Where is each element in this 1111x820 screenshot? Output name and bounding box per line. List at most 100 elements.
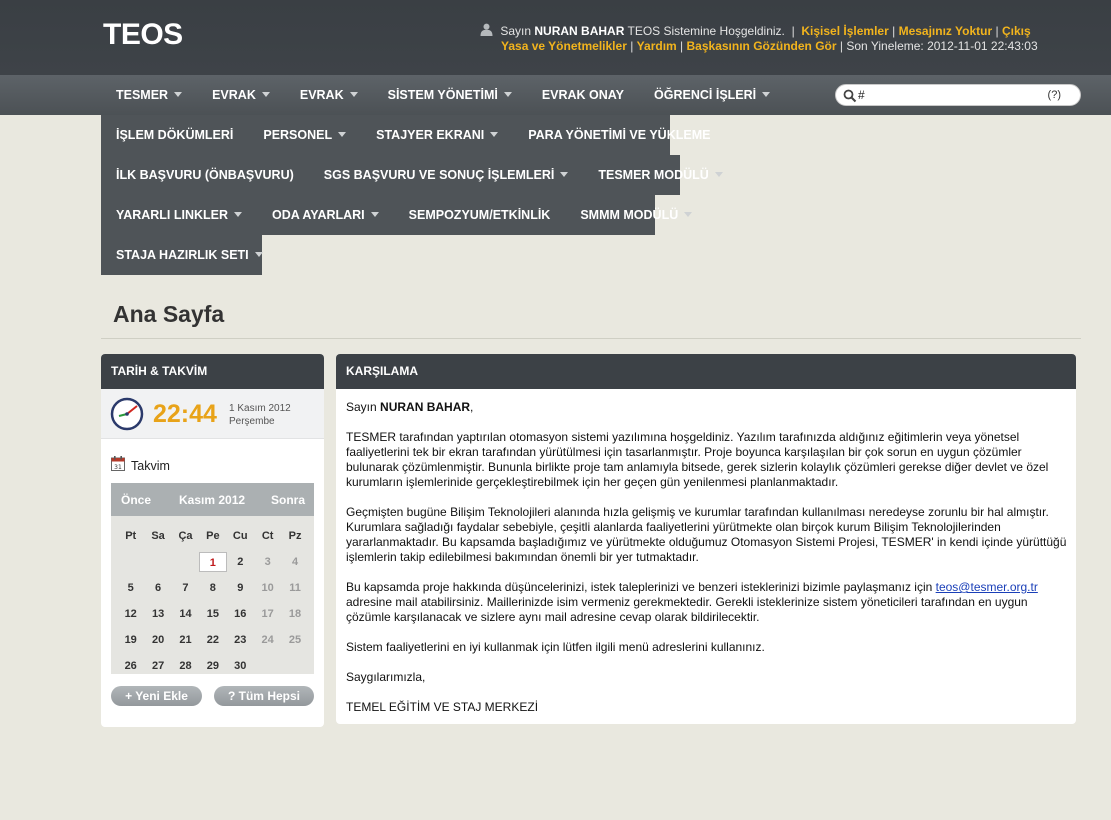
calendar-day[interactable]: 13 [144,604,171,624]
calendar-day[interactable]: 23 [227,630,254,650]
logout-link[interactable]: Çıkış [1002,24,1031,38]
calendar-day[interactable]: 18 [281,604,308,624]
calendar-day[interactable]: 21 [172,630,199,650]
calendar-empty-cell [172,552,199,572]
menu-item-personnel[interactable]: PERSONEL [248,115,361,155]
user-name: NURAN BAHAR [534,24,625,38]
calendar-icon: 31 [111,456,125,471]
calendar-day[interactable]: 24 [254,630,281,650]
menu-item-student-affairs[interactable]: ÖĞRENCİ İŞLERİ [639,75,785,115]
menu-row-3: İLK BAŞVURU (ÖNBAŞVURU) SGS BAŞVURU VE S… [101,155,723,195]
contact-email-link[interactable]: teos@tesmer.org.tr [936,580,1038,594]
menu-item-internship-prep-set[interactable]: STAJA HAZIRLIK SETI [101,235,278,275]
calendar-day[interactable]: 3 [254,552,281,572]
menu-item-sgs-application[interactable]: SGS BAŞVURU VE SONUÇ İŞLEMLERİ [309,155,584,195]
calendar-day[interactable]: 5 [117,578,144,598]
menu-item-tesmer-module[interactable]: TESMER MODÜLÜ [583,155,737,195]
title-divider [101,338,1081,339]
calendar-grid: Pt Sa Ça Pe Cu Ct Pz 1 2 3 4 5 6 7 8 9 10 11 12 13 14 15 16 17 1… [117,523,309,679]
calendar-day[interactable]: 28 [172,656,199,676]
calendar-day[interactable]: 26 [117,656,144,676]
calendar-widget: Önce Kasım 2012 Sonra Pt Sa Ça Pe Cu Ct Pz 1 2 3 4… [111,483,314,674]
menu-item-money-management[interactable]: PARA YÖNETİMİ VE YÜKLEME [513,115,725,155]
personal-settings-link[interactable]: Kişisel İşlemler [801,24,888,38]
search-help-link[interactable]: (?) [1048,89,1061,101]
calendar-day[interactable]: 11 [281,578,308,598]
user-info: Sayın NURAN BAHAR TEOS Sistemine Hoşgeld… [480,23,1080,54]
menu-item-transaction-lists[interactable]: İŞLEM DÖKÜMLERİ [101,115,248,155]
next-month-button[interactable]: Sonra [271,493,305,507]
menu-item-symposium[interactable]: SEMPOZYUM/ETKİNLİK [394,195,566,235]
calendar-week-row: 26 27 28 29 30 [117,653,309,679]
menu-item-tesmer[interactable]: TESMER [101,75,197,115]
calendar-day[interactable]: 9 [227,578,254,598]
menu-item-evrak-2[interactable]: EVRAK [285,75,373,115]
calendar-day[interactable]: 15 [199,604,226,624]
calendar-empty-cell [117,552,144,572]
separator: | [680,39,684,53]
welcome-paragraph-2: Geçmişten bugüne Bilişim Teknolojileri a… [346,505,1067,564]
welcome-text: Sayın NURAN BAHAR, TESMER tarafından yap… [346,400,1068,730]
weekday-header: Ct [261,530,274,542]
calendar-day[interactable]: 17 [254,604,281,624]
calendar-day-today[interactable]: 1 [199,552,227,572]
calendar-day[interactable]: 30 [227,656,254,676]
dropdown-caret-icon [234,211,243,217]
dropdown-caret-icon [762,91,771,97]
messages-link[interactable]: Mesajınız Yoktur [899,24,993,38]
calendar-day[interactable]: 10 [254,578,281,598]
calendar-day[interactable]: 22 [199,630,226,650]
calendar-label: Takvim [131,459,170,473]
menu-item-evrak-onay[interactable]: EVRAK ONAY [527,75,639,115]
menu-item-intern-screen[interactable]: STAJYER EKRANI [361,115,513,155]
calendar-day[interactable]: 19 [117,630,144,650]
menu-item-useful-links[interactable]: YARARLI LINKLER [101,195,257,235]
menu-item-room-settings[interactable]: ODA AYARLARI [257,195,394,235]
menu-item-evrak[interactable]: EVRAK [197,75,285,115]
menu-item-system-admin[interactable]: SİSTEM YÖNETİMİ [373,75,527,115]
calendar-day[interactable]: 6 [144,578,171,598]
all-events-button[interactable]: ? Tüm Hepsi [214,686,314,706]
dropdown-caret-icon [490,131,499,137]
calendar-day[interactable]: 29 [199,656,226,676]
calendar-day[interactable]: 25 [281,630,308,650]
panel-heading: KARŞILAMA [336,354,1076,389]
impersonate-link[interactable]: Başkasının Gözünden Gör [687,39,837,53]
calendar-week-row: 5 6 7 8 9 10 11 [117,575,309,601]
calendar-day[interactable]: 7 [172,578,199,598]
clock-icon [110,397,144,431]
search-input[interactable] [858,87,1038,103]
signature: TEMEL EĞİTİM VE STAJ MERKEZİ [346,700,539,714]
menu-item-pre-application[interactable]: İLK BAŞVURU (ÖNBAŞVURU) [101,155,309,195]
calendar-day[interactable]: 8 [199,578,226,598]
calendar-week-row: 19 20 21 22 23 24 25 [117,627,309,653]
current-time: 22:44 [153,400,217,428]
calendar-day[interactable]: 20 [144,630,171,650]
add-event-button[interactable]: + Yeni Ekle [111,686,202,706]
calendar-day[interactable]: 2 [227,552,254,572]
panel-heading: TARİH & TAKVİM [101,354,324,389]
menu-item-smmm-module[interactable]: SMMM MODÜLÜ [565,195,707,235]
calendar-day[interactable]: 4 [281,552,308,572]
calendar-day[interactable]: 14 [172,604,199,624]
prev-month-button[interactable]: Önce [121,493,151,507]
calendar-day[interactable]: 16 [227,604,254,624]
last-refresh: Son Yineleme: 2012-11-01 22:43:03 [846,39,1038,53]
search-icon[interactable] [843,89,857,103]
separator: | [630,39,634,53]
help-link[interactable]: Yardım [637,39,677,53]
dropdown-caret-icon [338,131,347,137]
calendar-day[interactable]: 12 [117,604,144,624]
user-icon [480,23,493,36]
dropdown-caret-icon [503,91,512,97]
menu-row-5: STAJA HAZIRLIK SETI [101,235,263,275]
calendar-day[interactable]: 27 [144,656,171,676]
dropdown-caret-icon [560,171,569,177]
calendar-nav: Önce Kasım 2012 Sonra [111,483,314,516]
regulations-link[interactable]: Yasa ve Yönetmelikler [501,39,627,53]
menu-row-2: İŞLEM DÖKÜMLERİ PERSONEL STAJYER EKRANI … [101,115,710,155]
app-logo[interactable]: TEOS [103,18,183,52]
weekday-header: Pz [288,530,302,542]
month-title: Kasım 2012 [179,493,246,507]
calendar-weekday-row: Pt Sa Ça Pe Cu Ct Pz [117,523,309,549]
